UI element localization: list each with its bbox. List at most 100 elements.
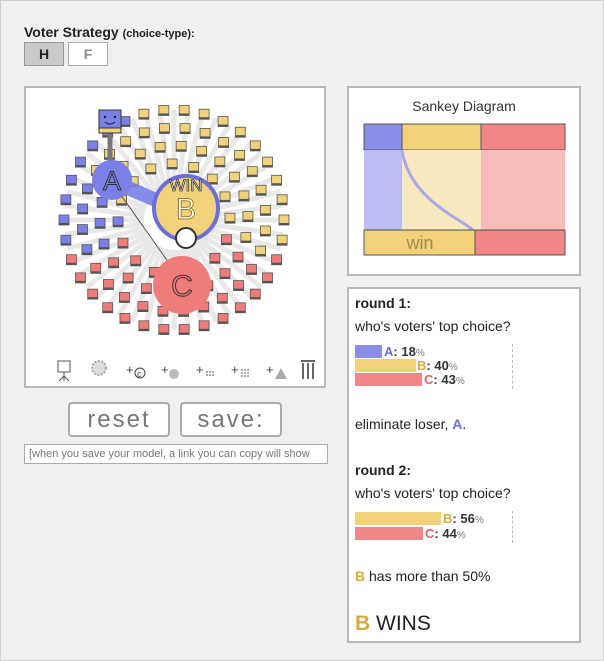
voter-base [159,131,170,134]
majority-text: B has more than 50% [355,568,491,584]
voter-tool-head [98,109,122,131]
sankey-flow-a [364,150,402,230]
voter-base [137,309,148,312]
strategy-f-button[interactable]: F [68,42,108,66]
sankey-panel: Sankey Diagram win [347,86,581,276]
add-voter-triangle-icon: + [266,362,274,377]
voter-base [77,232,88,235]
voter-base [66,183,77,186]
voter-base [180,131,191,134]
crowd-dot [212,374,214,376]
crowd-dot [209,371,211,373]
voter-base [95,226,106,229]
save-button[interactable]: save: [180,402,282,437]
round1-bar-c [355,373,422,386]
round1-label-b: B: 40% [417,358,458,373]
eliminate-text: eliminate loser, A. [355,416,467,432]
voter-base [130,263,141,266]
voter-base [224,221,235,224]
voter-base [218,124,229,127]
voter-base [219,276,230,279]
voter-base [196,154,207,157]
voter-base [77,211,88,214]
voter-base [271,262,282,265]
grid-dot [244,372,246,374]
round1-question: who's voters' top choice? [355,318,511,334]
grid-dot [247,372,249,374]
voter-base [255,254,266,257]
save-link-field[interactable]: [when you save your model, a link you ca… [24,444,328,464]
voter-base [123,281,134,284]
voter-base [120,144,131,147]
simulation-canvas[interactable]: B WIN A C + c + + + + [24,86,326,388]
grid-dot [244,375,246,377]
voter-base [233,288,244,291]
grid-dot [241,372,243,374]
voter-base [102,310,113,313]
add-voter-crowd-icon: + [196,362,204,377]
voter-base [82,191,93,194]
voter-base [218,321,229,324]
voter-base [199,117,210,120]
voter-base [97,205,108,208]
voter-base [240,240,251,243]
grid-dot [241,369,243,371]
add-voter-icon-dot [169,369,179,379]
voter-base [234,158,245,161]
grid-dot [244,369,246,371]
voter-base [81,252,92,255]
voter-base [200,136,211,139]
ballot-ring [175,227,197,249]
sankey-flow-c [481,150,565,230]
simulation-svg[interactable]: BWINAC+ c + + + + [26,88,324,386]
voter-base [229,180,240,183]
voter-base [260,213,271,216]
voter-tool-eye [103,115,107,119]
voter-base [250,297,261,300]
add-candidate-icon-letter: c [137,369,142,379]
voter-base [221,242,232,245]
round2-question: who's voters' top choice? [355,485,511,501]
crowd-dot [206,371,208,373]
sankey-node-c [480,123,566,151]
voter-base [233,260,244,263]
voter-base [260,234,271,237]
reset-button[interactable]: reset [68,402,170,437]
voter-base [188,170,199,173]
round2-heading: round 2: [355,462,411,478]
round1-label-a: A: 18% [384,344,425,359]
crowd-dot [212,371,214,373]
voter-base [99,247,110,250]
voter-base [217,301,228,304]
voter-base [167,167,178,170]
voter-base [145,171,156,174]
voter-base [60,243,71,246]
voter-base [139,135,150,138]
voter-base [138,328,149,331]
voter-base [271,183,282,186]
strategy-h-button[interactable]: H [24,42,64,66]
voter-base [179,113,190,116]
voter-base [119,300,130,303]
voter-base [66,262,77,265]
voter-base [158,113,169,116]
voter-base [238,198,249,201]
round1-bar-a [355,345,382,358]
win-label: WIN [169,176,202,195]
voter-base [59,223,69,225]
grid-dot [247,369,249,371]
voter-base [108,265,119,268]
voter-base [198,310,209,313]
voter-base [87,148,98,151]
round1-heading: round 1: [355,295,411,311]
candidate-a-label: A [103,166,121,196]
voter-base [157,314,168,317]
strategy-heading: Voter Strategy (choice-type): [24,24,195,40]
voter-base [209,261,220,264]
sankey-node-a [363,123,403,151]
voter-base [141,291,152,294]
voter-base [138,117,149,120]
voter-base [158,332,169,335]
grid-dot [247,375,249,377]
voter-base [155,150,166,153]
